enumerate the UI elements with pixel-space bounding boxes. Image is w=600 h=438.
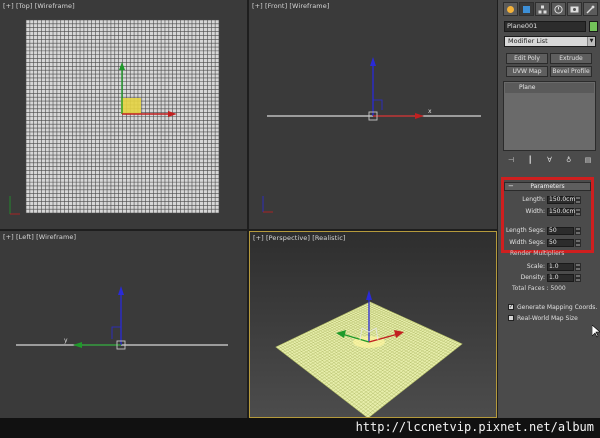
density-input[interactable]: 1.0 — [547, 273, 574, 282]
viewport-front[interactable]: x [+] [Front] [Wireframe] — [249, 0, 497, 229]
create-tab[interactable] — [503, 2, 518, 16]
make-unique-icon[interactable]: ∀ — [544, 155, 556, 165]
viewport-perspective[interactable]: [+] [Perspective] [Realistic] — [249, 231, 497, 418]
utilities-tab[interactable] — [583, 2, 598, 16]
stack-item-plane[interactable]: Plane — [505, 83, 594, 93]
object-color-swatch[interactable] — [589, 21, 598, 32]
extrude-button[interactable]: Extrude — [550, 53, 592, 64]
render-multipliers-title: Render Multipliers — [510, 250, 565, 257]
scale-input[interactable]: 1.0 — [547, 262, 574, 271]
watermark-text: http://lccnetvip.pixnet.net/album — [355, 420, 594, 434]
edit-poly-button[interactable]: Edit Poly — [506, 53, 548, 64]
real-world-row[interactable]: Real-World Map Size — [508, 314, 578, 322]
create-icon — [507, 5, 514, 13]
top-grid — [9, 19, 220, 215]
motion-tab[interactable] — [551, 2, 566, 16]
chevron-down-icon: ▼ — [587, 37, 595, 46]
command-panel-tabs — [503, 2, 598, 16]
modifier-list-dropdown[interactable]: Modifier List ▼ — [504, 36, 596, 47]
motion-icon — [554, 4, 563, 14]
hierarchy-tab[interactable] — [535, 2, 550, 16]
utilities-icon — [586, 5, 595, 13]
modify-icon — [523, 5, 530, 13]
viewport-menu-button[interactable]: [+] — [253, 234, 264, 242]
modify-tab[interactable] — [519, 2, 534, 16]
real-world-checkbox[interactable] — [508, 315, 514, 321]
density-spinner[interactable] — [575, 273, 581, 282]
density-label: Density: — [520, 274, 545, 281]
configure-sets-icon[interactable]: ▤ — [582, 155, 594, 165]
status-bar: http://lccnetvip.pixnet.net/album — [0, 418, 600, 438]
mouse-cursor-icon — [592, 325, 600, 338]
generate-mapping-checkbox[interactable]: ✓ — [508, 304, 514, 310]
object-name-field[interactable]: Plane001 — [504, 21, 586, 32]
front-scene — [262, 57, 481, 213]
density-row: Density: 1.0 — [503, 273, 581, 282]
scale-row: Scale: 1.0 — [503, 262, 581, 271]
parameters-highlight — [501, 177, 594, 253]
view-name[interactable]: [Top] — [16, 2, 33, 10]
view-name[interactable]: [Left] — [16, 233, 34, 241]
shading-mode[interactable]: [Wireframe] — [35, 2, 75, 10]
display-tab[interactable] — [567, 2, 582, 16]
viewport-top[interactable]: [+] [Top] [Wireframe] — [0, 0, 247, 229]
shading-mode[interactable]: [Wireframe] — [289, 2, 329, 10]
display-icon — [570, 6, 579, 12]
uvw-map-button[interactable]: UVW Map — [506, 66, 548, 77]
axis-label-y: y — [64, 337, 68, 344]
view-name[interactable]: [Perspective] — [266, 234, 310, 242]
shading-mode[interactable]: [Realistic] — [312, 234, 345, 242]
viewport-left[interactable]: y [+] [Left] [Wireframe] — [0, 231, 247, 418]
scale-label: Scale: — [526, 263, 545, 270]
show-end-result-icon[interactable]: ┃ — [524, 155, 536, 165]
scale-spinner[interactable] — [575, 262, 581, 271]
left-scene — [16, 286, 228, 350]
viewport-menu-button[interactable]: [+] — [3, 2, 14, 10]
real-world-label: Real-World Map Size — [517, 314, 578, 322]
hierarchy-icon — [538, 5, 547, 13]
viewport-front-label[interactable]: [+] [Front] [Wireframe] — [252, 2, 329, 10]
stack-toolbar: ⊣ ┃ ∀ ♁ ▤ — [503, 155, 596, 165]
shading-mode[interactable]: [Wireframe] — [36, 233, 76, 241]
viewport-left-label[interactable]: [+] [Left] [Wireframe] — [3, 233, 76, 241]
viewport-perspective-label[interactable]: [+] [Perspective] [Realistic] — [253, 234, 346, 242]
viewport-top-label[interactable]: [+] [Top] [Wireframe] — [3, 2, 75, 10]
generate-mapping-row[interactable]: ✓ Generate Mapping Coords. — [508, 303, 597, 311]
view-name[interactable]: [Front] — [265, 2, 287, 10]
bevel-profile-button[interactable]: Bevel Profile — [550, 66, 592, 77]
modifier-stack[interactable]: Plane — [503, 81, 596, 151]
axis-label-x: x — [428, 108, 432, 115]
perspective-scene — [275, 290, 463, 417]
pin-stack-icon[interactable]: ⊣ — [505, 155, 517, 165]
viewport-menu-button[interactable]: [+] — [252, 2, 263, 10]
total-faces-label: Total Faces : 5000 — [512, 285, 566, 292]
remove-modifier-icon[interactable]: ♁ — [563, 155, 575, 165]
modifier-list-label: Modifier List — [508, 37, 548, 45]
generate-mapping-label: Generate Mapping Coords. — [517, 303, 598, 311]
viewport-menu-button[interactable]: [+] — [3, 233, 14, 241]
